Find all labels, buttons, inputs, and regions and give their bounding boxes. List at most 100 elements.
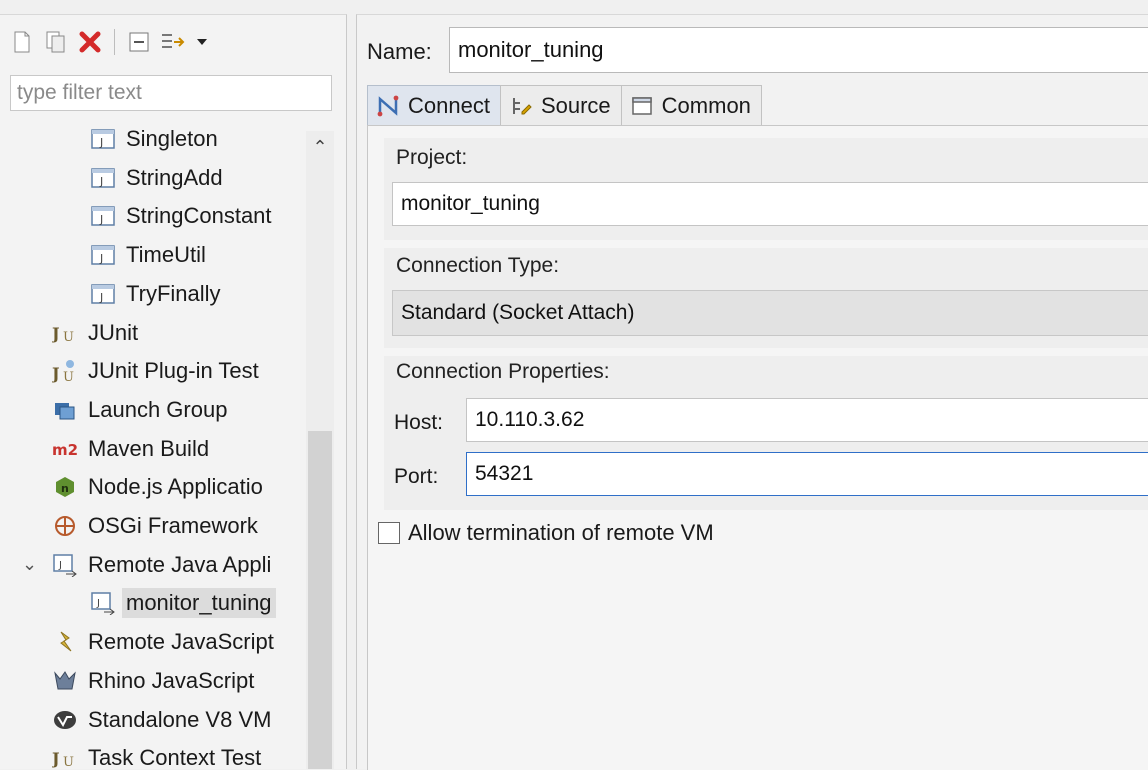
svg-text:U: U bbox=[63, 330, 74, 344]
delete-icon[interactable] bbox=[76, 28, 104, 56]
launch-config-tree: J Singleton J StringAdd J StringConstant J Time… bbox=[0, 125, 304, 769]
toolbar-separator bbox=[114, 29, 115, 55]
allow-termination-checkbox[interactable] bbox=[378, 522, 400, 544]
tree-item-label: TimeUtil bbox=[126, 242, 206, 268]
rhino-icon bbox=[52, 668, 78, 694]
tab-label: Source bbox=[540, 92, 611, 118]
junit-plugin-icon: JU bbox=[52, 358, 78, 384]
java-class-icon: J bbox=[90, 203, 116, 229]
name-input[interactable] bbox=[449, 27, 1148, 73]
tree-item-label: JUnit Plug-in Test bbox=[88, 358, 259, 384]
scroll-up-icon[interactable]: ⌃ bbox=[306, 137, 334, 161]
svg-text:J: J bbox=[52, 749, 60, 768]
connect-icon bbox=[376, 94, 400, 118]
tree-item-label: OSGi Framework bbox=[88, 513, 258, 538]
new-launch-configuration-icon[interactable] bbox=[8, 28, 36, 56]
connect-tab-content: Project: Connection Type: Standard (Sock… bbox=[367, 125, 1148, 770]
tree-item[interactable]: ⌄ J Remote Java Appli bbox=[22, 546, 271, 584]
tree-item[interactable]: n Node.js Applicatio bbox=[52, 468, 263, 506]
maven-m2-icon: m2 bbox=[52, 436, 78, 462]
filter-input[interactable] bbox=[10, 75, 332, 111]
collapse-all-icon[interactable] bbox=[125, 28, 153, 56]
svg-text:m2: m2 bbox=[52, 441, 78, 459]
svg-text:J: J bbox=[52, 364, 60, 383]
tree-item-label: TryFinally bbox=[126, 280, 221, 306]
svg-text:J: J bbox=[99, 291, 103, 304]
svg-text:U: U bbox=[63, 370, 74, 383]
view-menu-chevron-down-icon[interactable] bbox=[193, 28, 211, 56]
connection-type-title: Connection Type: bbox=[396, 254, 560, 277]
svg-text:n: n bbox=[61, 482, 69, 495]
port-label: Port: bbox=[394, 465, 439, 488]
tree-item[interactable]: OSGi Framework bbox=[52, 507, 258, 545]
port-input[interactable] bbox=[466, 452, 1148, 496]
allow-termination-row[interactable]: Allow termination of remote VM bbox=[378, 520, 714, 546]
v8-icon bbox=[52, 707, 78, 733]
tree-scrollbar[interactable]: ⌃ bbox=[306, 131, 334, 769]
svg-text:J: J bbox=[99, 213, 103, 226]
name-label: Name: bbox=[367, 39, 432, 64]
tree-item-label: Remote JavaScript bbox=[88, 629, 274, 655]
connection-properties-title: Connection Properties: bbox=[396, 360, 610, 383]
java-class-icon: J bbox=[90, 126, 116, 152]
duplicate-icon[interactable] bbox=[42, 28, 70, 56]
tree-item-label: Standalone V8 VM bbox=[88, 706, 272, 732]
launch-configurations-pane: J Singleton J StringAdd J StringConstant J Time… bbox=[0, 14, 347, 769]
svg-text:J: J bbox=[58, 560, 62, 571]
project-group: Project: bbox=[384, 138, 1148, 240]
editor-tabs: Connect Source Common bbox=[367, 85, 762, 127]
tab-source[interactable]: Source bbox=[499, 85, 622, 125]
tree-item-label: Task Context Test bbox=[88, 745, 262, 769]
java-class-icon: J bbox=[90, 165, 116, 191]
svg-text:J: J bbox=[52, 324, 60, 343]
tree-item[interactable]: J TryFinally bbox=[90, 275, 221, 313]
connection-type-value: Standard (Socket Attach) bbox=[401, 301, 635, 324]
tree-item[interactable]: J U JUnit Plug-in Test bbox=[52, 352, 259, 390]
svg-text:U: U bbox=[63, 755, 74, 769]
tree-item[interactable]: Rhino JavaScript bbox=[52, 662, 254, 700]
tab-common[interactable]: Common bbox=[620, 85, 762, 125]
scrollbar-thumb[interactable] bbox=[308, 431, 332, 769]
tree-item[interactable]: J U Task Context Test bbox=[52, 739, 261, 769]
common-icon bbox=[630, 94, 654, 118]
host-label: Host: bbox=[394, 411, 444, 434]
expand-chevron-down-icon[interactable]: ⌄ bbox=[22, 554, 37, 575]
tree-item-label: StringAdd bbox=[126, 164, 223, 190]
tab-connect[interactable]: Connect bbox=[367, 85, 501, 125]
svg-text:J: J bbox=[99, 175, 103, 188]
tree-item-label: Singleton bbox=[126, 126, 218, 151]
host-input[interactable] bbox=[466, 398, 1148, 442]
java-class-icon: J bbox=[90, 242, 116, 268]
svg-text:J: J bbox=[99, 252, 103, 265]
tree-item[interactable]: J TimeUtil bbox=[90, 236, 206, 274]
tree-item[interactable]: J Singleton bbox=[90, 125, 218, 158]
launch-config-editor: Name: Connect Source Common Project: bbox=[356, 14, 1148, 770]
connection-properties-group: Connection Properties: Host: Port: bbox=[384, 356, 1148, 510]
tree-item-label: Maven Build bbox=[88, 435, 210, 461]
tab-label: Common bbox=[661, 92, 751, 118]
tree-item-label: Launch Group bbox=[88, 396, 228, 422]
remote-java-icon: J bbox=[52, 552, 78, 578]
svg-text:J: J bbox=[96, 598, 100, 609]
tree-item[interactable]: J StringAdd bbox=[90, 159, 223, 197]
allow-termination-label: Allow termination of remote VM bbox=[408, 520, 714, 545]
source-icon bbox=[509, 94, 533, 118]
connection-type-select[interactable]: Standard (Socket Attach) bbox=[392, 290, 1148, 336]
osgi-icon bbox=[52, 513, 78, 539]
tree-item[interactable]: m2 Maven Build bbox=[52, 430, 209, 468]
tree-item-label: StringConstant bbox=[126, 203, 272, 229]
tree-item-label: JUnit bbox=[88, 319, 139, 345]
project-input[interactable] bbox=[392, 182, 1148, 226]
tree-item[interactable]: J StringConstant bbox=[90, 197, 272, 235]
tree-item[interactable]: J U JUnit bbox=[52, 314, 138, 352]
tree-item[interactable]: Remote JavaScript bbox=[52, 623, 274, 661]
tree-item[interactable]: Launch Group bbox=[52, 391, 227, 429]
launch-config-toolbar bbox=[8, 25, 211, 59]
filter-configurations-icon[interactable] bbox=[159, 28, 187, 56]
tree-item[interactable]: Standalone V8 VM bbox=[52, 701, 271, 739]
tab-label: Connect bbox=[408, 92, 490, 118]
junit-icon: JU bbox=[52, 745, 78, 769]
nodejs-icon: n bbox=[52, 474, 78, 500]
tree-item[interactable]: Jmonitor_tuning bbox=[90, 584, 276, 622]
remote-javascript-icon bbox=[52, 629, 78, 655]
